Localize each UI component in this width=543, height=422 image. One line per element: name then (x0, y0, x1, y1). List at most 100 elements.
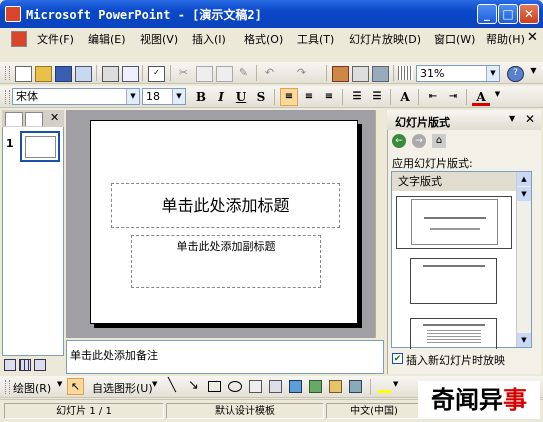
permission-icon[interactable] (75, 66, 92, 82)
paste-icon[interactable] (216, 66, 233, 82)
slide-sorter-view-icon[interactable] (19, 359, 31, 371)
line-icon[interactable]: ╲ (168, 378, 176, 393)
copy-icon[interactable] (196, 66, 213, 82)
chevron-down-icon[interactable]: ▼ (152, 380, 157, 388)
align-left-icon[interactable]: ≡ (280, 88, 298, 106)
arrow-icon[interactable]: ↘ (188, 378, 199, 393)
slide-thumbnail[interactable] (20, 131, 60, 162)
toolbar-options-icon[interactable]: ▼ (526, 66, 541, 80)
menu-window[interactable]: 窗口(W) (434, 31, 475, 47)
print-icon[interactable] (102, 66, 119, 82)
tab-outline[interactable] (5, 112, 23, 126)
autoshapes-menu[interactable]: 自选图形(U) (92, 380, 153, 396)
menu-slideshow[interactable]: 幻灯片放映(D) (349, 31, 421, 47)
menu-edit[interactable]: 编辑(E) (88, 31, 126, 47)
font-select[interactable]: 宋体 ▼ (12, 88, 140, 105)
menu-insert[interactable]: 插入(I) (192, 31, 226, 47)
scroll-down-icon[interactable]: ▼ (517, 333, 531, 347)
bullets-icon[interactable]: ☰ (368, 88, 386, 106)
scroll-down-small-icon[interactable]: ▼ (517, 187, 531, 201)
wordart-icon[interactable] (289, 380, 302, 393)
menu-format[interactable]: 格式(O) (244, 31, 283, 47)
help-icon[interactable]: ? (507, 66, 524, 82)
textbox-icon[interactable] (249, 380, 262, 393)
shadow-button[interactable]: S (252, 88, 270, 106)
redo-icon[interactable]: ↷ (294, 66, 309, 80)
vertical-textbox-icon[interactable] (269, 380, 282, 393)
format-painter-icon[interactable]: ✎ (236, 66, 251, 80)
diagram-icon[interactable] (309, 380, 322, 393)
numbering-icon[interactable]: ☰ (348, 88, 366, 106)
chart-icon[interactable] (332, 66, 349, 82)
toolbar-grip[interactable] (5, 90, 10, 104)
font-color-icon[interactable]: A (472, 88, 490, 106)
chevron-down-icon[interactable]: ▼ (486, 66, 499, 81)
vertical-scrollbar[interactable] (375, 110, 384, 338)
insert-show-checkbox[interactable]: ✔ (392, 353, 403, 364)
home-icon[interactable]: ⌂ (432, 134, 446, 148)
save-icon[interactable] (55, 66, 72, 82)
chevron-down-icon[interactable]: ▼ (126, 89, 139, 104)
title-placeholder[interactable]: 单击此处添加标题 (111, 183, 340, 228)
fill-color-icon[interactable] (378, 380, 391, 393)
font-size-select[interactable]: 18 ▼ (142, 88, 186, 105)
cut-icon[interactable]: ✂ (176, 66, 191, 80)
chevron-down-icon[interactable]: ▼ (57, 380, 62, 388)
menu-help[interactable]: 帮助(H) (486, 31, 525, 47)
scroll-up-icon[interactable]: ▲ (517, 172, 531, 186)
print-preview-icon[interactable] (122, 66, 139, 82)
toolbar-grip[interactable] (5, 380, 10, 394)
increase-indent-icon[interactable]: ⇥ (444, 88, 462, 106)
layout-title-only[interactable] (396, 256, 512, 309)
chevron-down-icon[interactable]: ▼ (490, 90, 505, 104)
open-icon[interactable] (35, 66, 52, 82)
undo-icon[interactable]: ↶ (262, 66, 277, 80)
minimize-button[interactable]: _ (477, 4, 497, 24)
back-icon[interactable]: ← (392, 134, 406, 148)
close-button[interactable]: ✕ (519, 4, 539, 24)
layout-title-text[interactable] (396, 316, 512, 349)
maximize-button[interactable]: □ (498, 4, 518, 24)
powerpoint-app-icon[interactable] (5, 6, 21, 22)
table-icon[interactable] (352, 66, 369, 82)
select-objects-icon[interactable]: ↖ (67, 378, 84, 395)
underline-button[interactable]: U (232, 88, 250, 106)
chevron-down-icon[interactable]: ▼ (172, 89, 185, 104)
bold-button[interactable]: B (192, 88, 210, 106)
align-center-icon[interactable]: ≡ (300, 88, 318, 106)
layout-title-slide[interactable] (396, 196, 512, 249)
slide-canvas[interactable]: 单击此处添加标题 单击此处添加副标题 (90, 120, 358, 324)
align-right-icon[interactable]: ≡ (320, 88, 338, 106)
document-icon[interactable] (11, 31, 27, 47)
grid-icon[interactable] (398, 66, 413, 80)
rectangle-icon[interactable] (208, 381, 221, 392)
clipart-icon[interactable] (329, 380, 342, 393)
chevron-down-icon[interactable]: ▼ (393, 380, 398, 388)
close-pane-icon[interactable]: ✕ (50, 111, 59, 124)
menu-tools[interactable]: 工具(T) (297, 31, 334, 47)
draw-menu[interactable]: 绘图(R) (13, 380, 51, 396)
menu-file[interactable]: 文件(F) (37, 31, 74, 47)
subtitle-placeholder[interactable]: 单击此处添加副标题 (131, 235, 321, 288)
chevron-down-icon[interactable]: ▼ (509, 114, 515, 123)
close-document-icon[interactable]: ✕ (527, 30, 538, 45)
zoom-select[interactable]: 31% ▼ (416, 65, 500, 82)
layout-preview (411, 199, 498, 245)
tables-borders-icon[interactable] (372, 66, 389, 82)
slideshow-view-icon[interactable] (34, 359, 46, 371)
notes-pane[interactable]: 单击此处添加备注 (66, 340, 384, 374)
toolbar-grip[interactable] (5, 66, 10, 80)
picture-icon[interactable] (349, 380, 362, 393)
forward-icon[interactable]: → (412, 134, 426, 148)
oval-icon[interactable] (228, 381, 242, 392)
new-icon[interactable] (15, 66, 32, 82)
gallery-scrollbar[interactable]: ▲ ▼ ▼ (516, 172, 531, 347)
normal-view-icon[interactable] (4, 359, 16, 371)
decrease-indent-icon[interactable]: ⇤ (424, 88, 442, 106)
menu-view[interactable]: 视图(V) (140, 31, 178, 47)
italic-button[interactable]: I (212, 88, 230, 106)
spelling-icon[interactable]: ✓ (148, 66, 165, 82)
increase-font-icon[interactable]: A (396, 88, 414, 106)
tab-slides[interactable] (25, 112, 43, 126)
close-icon[interactable]: ✕ (525, 112, 535, 126)
